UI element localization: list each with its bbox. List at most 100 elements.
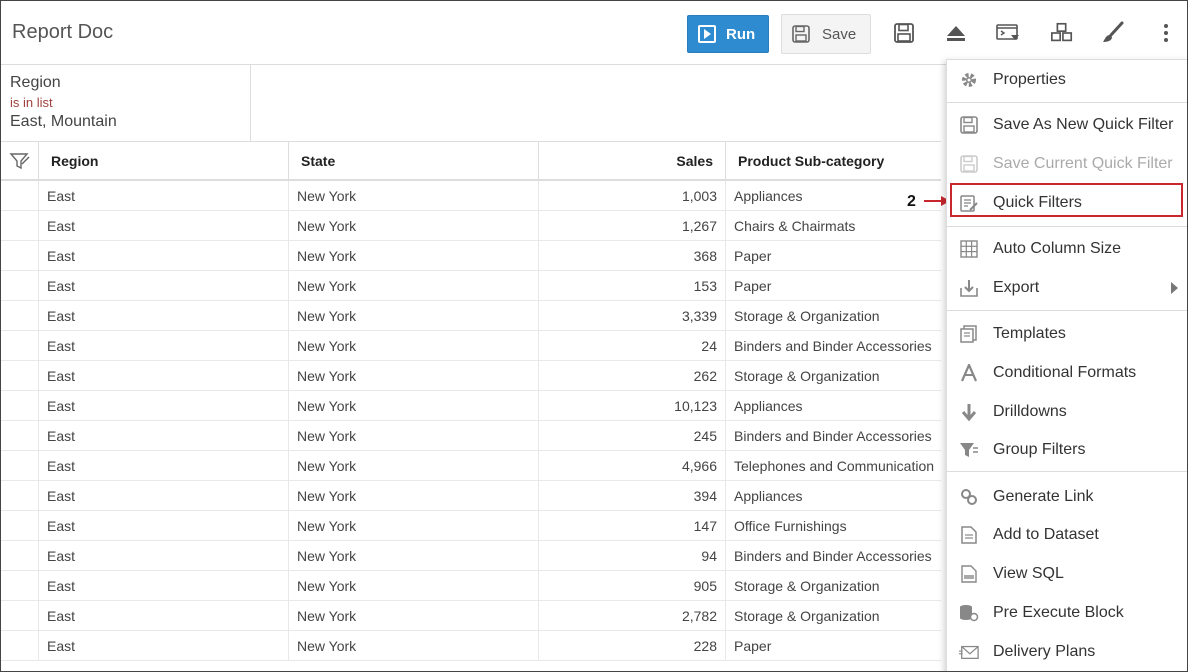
table-row[interactable]: East New York 262 Storage & Organization	[1, 361, 941, 391]
submenu-caret-icon	[1171, 282, 1178, 294]
table-row[interactable]: East New York 4,966 Telephones and Communic…	[1, 451, 941, 481]
cell-state: New York	[289, 631, 539, 660]
table-row[interactable]: East New York 394 Appliances	[1, 481, 941, 511]
report-window: Report Doc Run Save Region is in list Ea…	[0, 0, 1188, 672]
table-row[interactable]: East New York 2,782 Storage & Organization	[1, 601, 941, 631]
menu-item-generate-link[interactable]: Generate Link	[947, 479, 1187, 515]
row-gutter	[1, 421, 39, 450]
download-icon	[959, 278, 979, 298]
table-row[interactable]: East New York 10,123 Appliances	[1, 391, 941, 421]
save-as-tool[interactable]	[892, 21, 916, 45]
cell-region: East	[39, 361, 289, 390]
more-options-button[interactable]	[1154, 21, 1178, 45]
menu-item-drilldowns[interactable]: Drilldowns	[947, 394, 1187, 430]
table-row[interactable]: East New York 24 Binders and Binder Accesso…	[1, 331, 941, 361]
cell-state: New York	[289, 391, 539, 420]
menu-item-group-filters[interactable]: Group Filters	[947, 432, 1187, 468]
data-table: Region State Sales Product Sub-category …	[1, 141, 941, 661]
table-row[interactable]: East New York 1,003 Appliances	[1, 181, 941, 211]
cell-region: East	[39, 631, 289, 660]
menu-item-auto-column-size[interactable]: Auto Column Size	[947, 231, 1187, 267]
cell-product-sub-category: Paper	[734, 247, 772, 264]
cell-sales: 368	[539, 241, 726, 270]
cell-product-sub-category: Storage & Organization	[734, 367, 880, 384]
console-tool[interactable]	[996, 21, 1020, 45]
style-tool[interactable]	[1101, 21, 1125, 45]
cell-region: East	[39, 451, 289, 480]
cell-region: East	[39, 541, 289, 570]
table-row[interactable]: East New York 147 Office Furnishings	[1, 511, 941, 541]
eject-icon	[947, 26, 965, 41]
cell-region: East	[39, 301, 289, 330]
cell-product-sub-category: Paper	[734, 637, 772, 654]
link-icon	[959, 487, 979, 507]
menu-item-label: Group Filters	[993, 441, 1086, 458]
database-gear-icon	[959, 603, 979, 623]
menu-item-delivery-plans[interactable]: Delivery Plans	[947, 634, 1187, 670]
cell-state: New York	[289, 451, 539, 480]
cell-product-sub-category: Binders and Binder Accessories	[734, 337, 932, 354]
menu-item-view-sql[interactable]: View SQL	[947, 556, 1187, 592]
floppy-icon	[894, 23, 914, 43]
menu-item-label: Quick Filters	[993, 194, 1082, 211]
document-icon	[959, 525, 979, 545]
quick-filter-card[interactable]: Region is in list East, Mountain	[1, 65, 251, 141]
table-row[interactable]: East New York 905 Storage & Organization	[1, 571, 941, 601]
filter-operator: is in list	[10, 95, 53, 110]
table-row[interactable]: East New York 153 Paper	[1, 271, 941, 301]
menu-item-conditional-formats[interactable]: Conditional Formats	[947, 355, 1187, 391]
column-header-product-sub-category[interactable]: Product Sub-category	[726, 142, 941, 180]
menu-item-templates[interactable]: Templates	[947, 316, 1187, 352]
cell-product-sub-category: Appliances	[734, 487, 803, 504]
cell-product-sub-category: Telephones and Communication	[734, 457, 935, 474]
menu-item-pre-execute-block[interactable]: Pre Execute Block	[947, 595, 1187, 631]
menu-item-label: Save As New Quick Filter	[993, 116, 1174, 133]
table-row[interactable]: East New York 1,267 Chairs & Chairmats	[1, 211, 941, 241]
cubes-tool[interactable]	[1050, 21, 1074, 45]
cell-sales: 3,339	[539, 301, 726, 330]
column-filter-toggle[interactable]	[1, 142, 39, 180]
menu-item-properties[interactable]: Properties	[947, 62, 1187, 98]
row-gutter	[1, 271, 39, 300]
table-row[interactable]: East New York 368 Paper	[1, 241, 941, 271]
menu-item-add-to-dataset[interactable]: Add to Dataset	[947, 517, 1187, 553]
table-row[interactable]: East New York 245 Binders and Binder Access…	[1, 421, 941, 451]
paintbrush-icon	[1103, 21, 1124, 42]
eject-tool[interactable]	[944, 21, 968, 45]
row-gutter	[1, 541, 39, 570]
sql-file-icon	[959, 564, 979, 584]
row-gutter	[1, 331, 39, 360]
column-header-state[interactable]: State	[289, 142, 539, 180]
save-icon	[959, 115, 979, 135]
column-header-sales[interactable]: Sales	[539, 142, 726, 180]
cell-product-sub-category: Storage & Organization	[734, 307, 880, 324]
menu-item-label: Properties	[993, 71, 1066, 88]
cell-sales: 153	[539, 271, 726, 300]
menu-item-quick-filters[interactable]: Quick Filters	[947, 185, 1187, 221]
menu-item-label: Conditional Formats	[993, 364, 1137, 381]
gear-icon	[959, 70, 979, 90]
menu-item-label: Delivery Plans	[993, 643, 1096, 660]
save-icon	[959, 154, 979, 174]
cell-product-sub-category: Chairs & Chairmats	[734, 217, 856, 234]
table-row[interactable]: East New York 228 Paper	[1, 631, 941, 661]
menu-item-save-as-new-quick-filter[interactable]: Save As New Quick Filter	[947, 107, 1187, 143]
menu-item-export[interactable]: Export	[947, 270, 1187, 306]
terminal-icon	[996, 24, 1019, 40]
table-row[interactable]: East New York 94 Binders and Binder Accesso…	[1, 541, 941, 571]
row-gutter	[1, 241, 39, 270]
envelope-icon	[959, 642, 979, 662]
column-header-region[interactable]: Region	[39, 142, 289, 180]
menu-item-label: Templates	[993, 325, 1066, 342]
run-button[interactable]: Run	[687, 15, 769, 53]
cell-state: New York	[289, 571, 539, 600]
cell-state: New York	[289, 181, 539, 210]
table-row[interactable]: East New York 3,339 Storage & Organization	[1, 301, 941, 331]
row-gutter	[1, 361, 39, 390]
save-button[interactable]: Save	[781, 14, 871, 54]
kebab-menu-icon	[1164, 24, 1168, 42]
cell-product-sub-category: Appliances	[734, 397, 803, 414]
cell-sales: 94	[539, 541, 726, 570]
menu-separator	[947, 226, 1187, 227]
arrow-down-icon	[959, 402, 979, 422]
